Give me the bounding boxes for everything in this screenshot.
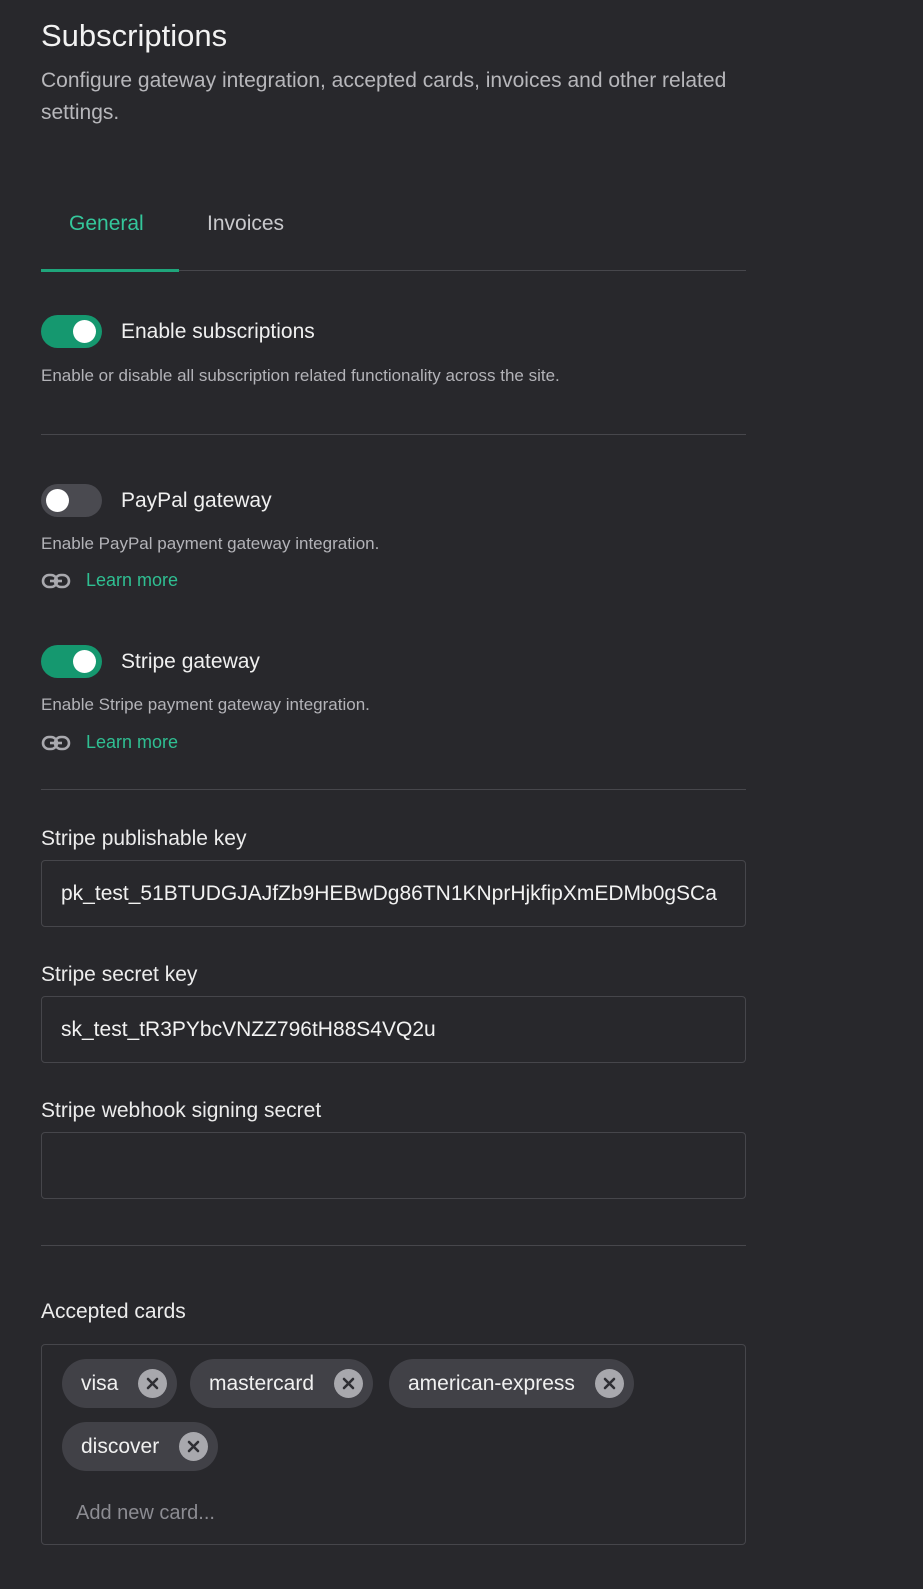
learn-more-label: Learn more	[86, 732, 179, 752]
secret-key-input[interactable]	[41, 996, 746, 1063]
paypal-gateway-toggle[interactable]	[41, 484, 102, 517]
accepted-cards-box: visa mastercard american-express discove…	[41, 1344, 746, 1545]
webhook-secret-label: Stripe webhook signing secret	[41, 1099, 322, 1122]
close-circle-icon[interactable]	[334, 1369, 364, 1398]
card-chip-label: discover	[81, 1434, 160, 1458]
enable-subscriptions-label: Enable subscriptions	[121, 320, 315, 343]
accepted-cards-label: Accepted cards	[41, 1300, 186, 1323]
section-divider	[41, 434, 746, 435]
paypal-gateway-description: Enable PayPal payment gateway integratio…	[41, 534, 380, 553]
paypal-gateway-label: PayPal gateway	[121, 489, 272, 512]
enable-subscriptions-toggle[interactable]	[41, 315, 102, 348]
link-icon	[41, 735, 71, 750]
paypal-learn-more-link[interactable]: Learn more	[41, 570, 178, 591]
toggle-knob	[46, 489, 69, 512]
card-chip-label: visa	[81, 1371, 119, 1395]
card-chip-label: mastercard	[209, 1371, 315, 1395]
close-circle-icon[interactable]	[179, 1432, 209, 1461]
enable-subscriptions-description: Enable or disable all subscription relat…	[41, 366, 560, 385]
stripe-gateway-label: Stripe gateway	[121, 650, 260, 673]
section-divider	[41, 789, 746, 790]
close-circle-icon[interactable]	[138, 1369, 168, 1398]
tab-general[interactable]: General	[69, 212, 144, 236]
settings-tabs: General Invoices	[41, 192, 746, 272]
stripe-gateway-description: Enable Stripe payment gateway integratio…	[41, 695, 370, 714]
section-divider	[41, 1245, 746, 1246]
card-chip: discover	[62, 1422, 219, 1471]
webhook-secret-input[interactable]	[41, 1132, 746, 1199]
tab-invoices[interactable]: Invoices	[207, 212, 284, 236]
stripe-gateway-toggle[interactable]	[41, 645, 102, 678]
link-icon	[41, 573, 71, 588]
card-chip-label: american-express	[408, 1371, 575, 1395]
add-card-input[interactable]	[74, 1495, 478, 1531]
card-chip: visa	[62, 1359, 178, 1408]
publishable-key-label: Stripe publishable key	[41, 827, 247, 850]
publishable-key-input[interactable]	[41, 860, 746, 927]
learn-more-label: Learn more	[86, 570, 179, 590]
secret-key-label: Stripe secret key	[41, 963, 198, 986]
card-chip: american-express	[389, 1359, 634, 1408]
toggle-knob	[73, 320, 96, 343]
page-title: Subscriptions	[41, 18, 228, 53]
active-tab-indicator	[41, 269, 179, 272]
page-subtitle: Configure gateway integration, accepted …	[41, 69, 727, 124]
toggle-knob	[73, 650, 96, 673]
stripe-learn-more-link[interactable]: Learn more	[41, 732, 178, 753]
card-chip: mastercard	[190, 1359, 374, 1408]
close-circle-icon[interactable]	[594, 1369, 624, 1398]
